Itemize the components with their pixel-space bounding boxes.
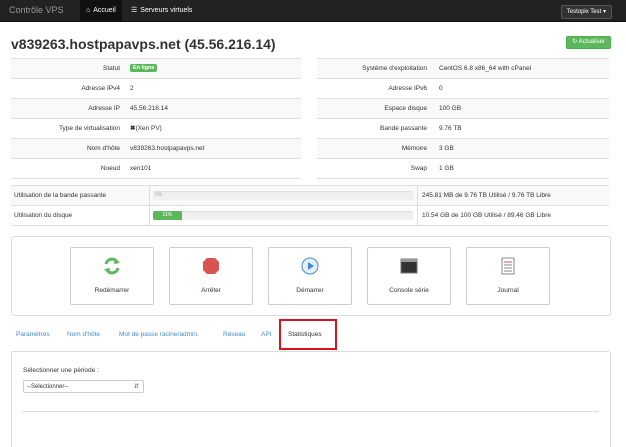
serial-console-button[interactable]: Console série (367, 247, 451, 305)
info-value: xen101 (130, 165, 152, 172)
stop-label: Arrêter (201, 287, 221, 294)
status-badge: En ligne (130, 64, 158, 73)
refresh-button[interactable]: ↻ Actualiser (566, 36, 611, 49)
page-title: v839263.hostpapavps.net (45.56.216.14) (11, 36, 276, 52)
reboot-label: Redémarrer (94, 287, 130, 294)
info-row-status: Statut En ligne (11, 59, 301, 79)
bandwidth-progress-bar: 0% (153, 191, 413, 200)
info-label: Bande passante (380, 125, 427, 132)
divider (417, 206, 418, 225)
info-value: En ligne (130, 59, 158, 78)
nav-virtual-servers[interactable]: ☰ Serveurs virtuels (125, 0, 198, 21)
start-button[interactable]: Démarrer (268, 247, 352, 305)
caret-down-icon: ▾ (602, 9, 606, 15)
info-value: 9.76 TB (439, 125, 462, 132)
info-label: Adresse IPv6 (388, 85, 427, 92)
nav-home[interactable]: ⌂ Accueil (80, 0, 122, 21)
console-icon (400, 258, 418, 274)
user-name: Testopix Test (566, 9, 602, 15)
info-value: ✖(Xen PV) (130, 119, 162, 138)
info-row-memory: Mémoire 3 GB (317, 139, 609, 159)
virtualization-type: (Xen PV) (135, 125, 162, 132)
divider (417, 186, 418, 205)
period-selected: --Sélectionner-- (27, 384, 69, 390)
usage-label: Utilisation du disque (14, 212, 73, 219)
statistics-panel: Sélectionner une période : --Sélectionne… (11, 352, 611, 447)
reboot-icon (104, 257, 120, 275)
period-label: Sélectionner une période : (23, 367, 99, 374)
info-row-os: Système d'exploitation CentOS 6.8 x86_64… (317, 59, 609, 79)
info-label: Nom d'hôte (86, 145, 120, 152)
disk-progress-bar: 11% (153, 211, 413, 220)
stop-icon (203, 258, 219, 274)
info-value: 100 GB (439, 105, 462, 112)
info-label: Adresse IP (88, 105, 120, 112)
actions-panel: Redémarrer Arrêter Démarrer Console séri… (11, 236, 611, 316)
info-value: v839263.hostpapavps.net (130, 145, 205, 152)
info-label: Statut (103, 65, 120, 72)
refresh-label: Actualiser (578, 39, 605, 45)
info-row-virtualization: Type de virtualisation ✖(Xen PV) (11, 119, 301, 139)
brand-title[interactable]: Contrôle VPS (9, 5, 64, 15)
info-row-node: Noeud xen101 (11, 159, 301, 179)
log-icon (501, 257, 515, 275)
divider (149, 186, 150, 205)
info-row-disk: Espace disque 100 GB (317, 99, 609, 119)
stop-button[interactable]: Arrêter (169, 247, 253, 305)
log-button[interactable]: Journal (466, 247, 550, 305)
tab-hostname[interactable]: Nom d'hôte (67, 327, 100, 343)
info-row-bandwidth: Bande passante 9.76 TB (317, 119, 609, 139)
info-label: Adresse IPv4 (81, 85, 120, 92)
log-label: Journal (497, 287, 519, 294)
tab-network[interactable]: Réseau (223, 327, 245, 343)
info-value: 45.56.216.14 (130, 105, 168, 112)
info-label: Système d'exploitation (362, 65, 427, 72)
play-icon (301, 257, 319, 275)
usage-row-disk: Utilisation du disque 11% 10.54 GB de 10… (11, 206, 609, 226)
top-navbar: Contrôle VPS ⌂ Accueil ☰ Serveurs virtuels… (0, 0, 626, 22)
info-label: Espace disque (384, 105, 427, 112)
info-value: 0 (439, 85, 443, 92)
info-label: Type de virtualisation (58, 125, 120, 132)
progress-fill: 11% (153, 211, 182, 220)
user-menu-button[interactable]: Testopix Test ▾ (560, 5, 612, 19)
serial-console-label: Console série (389, 287, 429, 294)
start-label: Démarrer (296, 287, 324, 294)
usage-row-bandwidth: Utilisation de la bande passante 0% 245.… (11, 186, 609, 206)
info-row-ipv6: Adresse IPv6 0 (317, 79, 609, 99)
info-label: Noeud (100, 165, 120, 172)
tab-api[interactable]: API (261, 327, 271, 343)
select-arrows-icon: ⇵ (133, 384, 139, 390)
info-value: 2 (130, 85, 134, 92)
info-row-ipv4: Adresse IPv4 2 (11, 79, 301, 99)
info-label: Mémoire (401, 145, 427, 152)
highlight-box (279, 319, 337, 350)
usage-text: 245.81 MB de 9.76 TB Utilisé / 9.76 TB L… (422, 192, 551, 199)
home-icon: ⌂ (86, 7, 91, 14)
usage-table: Utilisation de la bande passante 0% 245.… (11, 185, 609, 226)
server-info-left: Statut En ligne Adresse IPv4 2 Adresse I… (11, 58, 301, 179)
divider (149, 206, 150, 225)
info-row-ip: Adresse IP 45.56.216.14 (11, 99, 301, 119)
info-label: Swap (410, 165, 427, 172)
server-info-right: Système d'exploitation CentOS 6.8 x86_64… (317, 58, 609, 179)
usage-label: Utilisation de la bande passante (14, 192, 107, 199)
tab-root-password[interactable]: Mot de passe racine/admin. (119, 327, 199, 343)
tab-parametres[interactable]: Paramètres (16, 327, 50, 343)
list-icon: ☰ (131, 7, 138, 14)
info-row-swap: Swap 1 GB (317, 159, 609, 179)
period-select[interactable]: --Sélectionner-- ⇵ (23, 380, 144, 393)
refresh-icon: ↻ (572, 39, 578, 45)
progress-fill: 0% (155, 192, 163, 198)
info-row-hostname: Nom d'hôte v839263.hostpapavps.net (11, 139, 301, 159)
info-value: 3 GB (439, 145, 454, 152)
nav-home-label: Accueil (93, 7, 116, 14)
info-value: 1 GB (439, 165, 454, 172)
info-value: CentOS 6.8 x86_64 with cPanel (439, 65, 532, 72)
nav-virtual-servers-label: Serveurs virtuels (140, 7, 193, 14)
reboot-button[interactable]: Redémarrer (70, 247, 154, 305)
usage-text: 10.54 GB de 100 GB Utilisé / 89.46 GB Li… (422, 212, 551, 219)
divider (23, 411, 599, 412)
